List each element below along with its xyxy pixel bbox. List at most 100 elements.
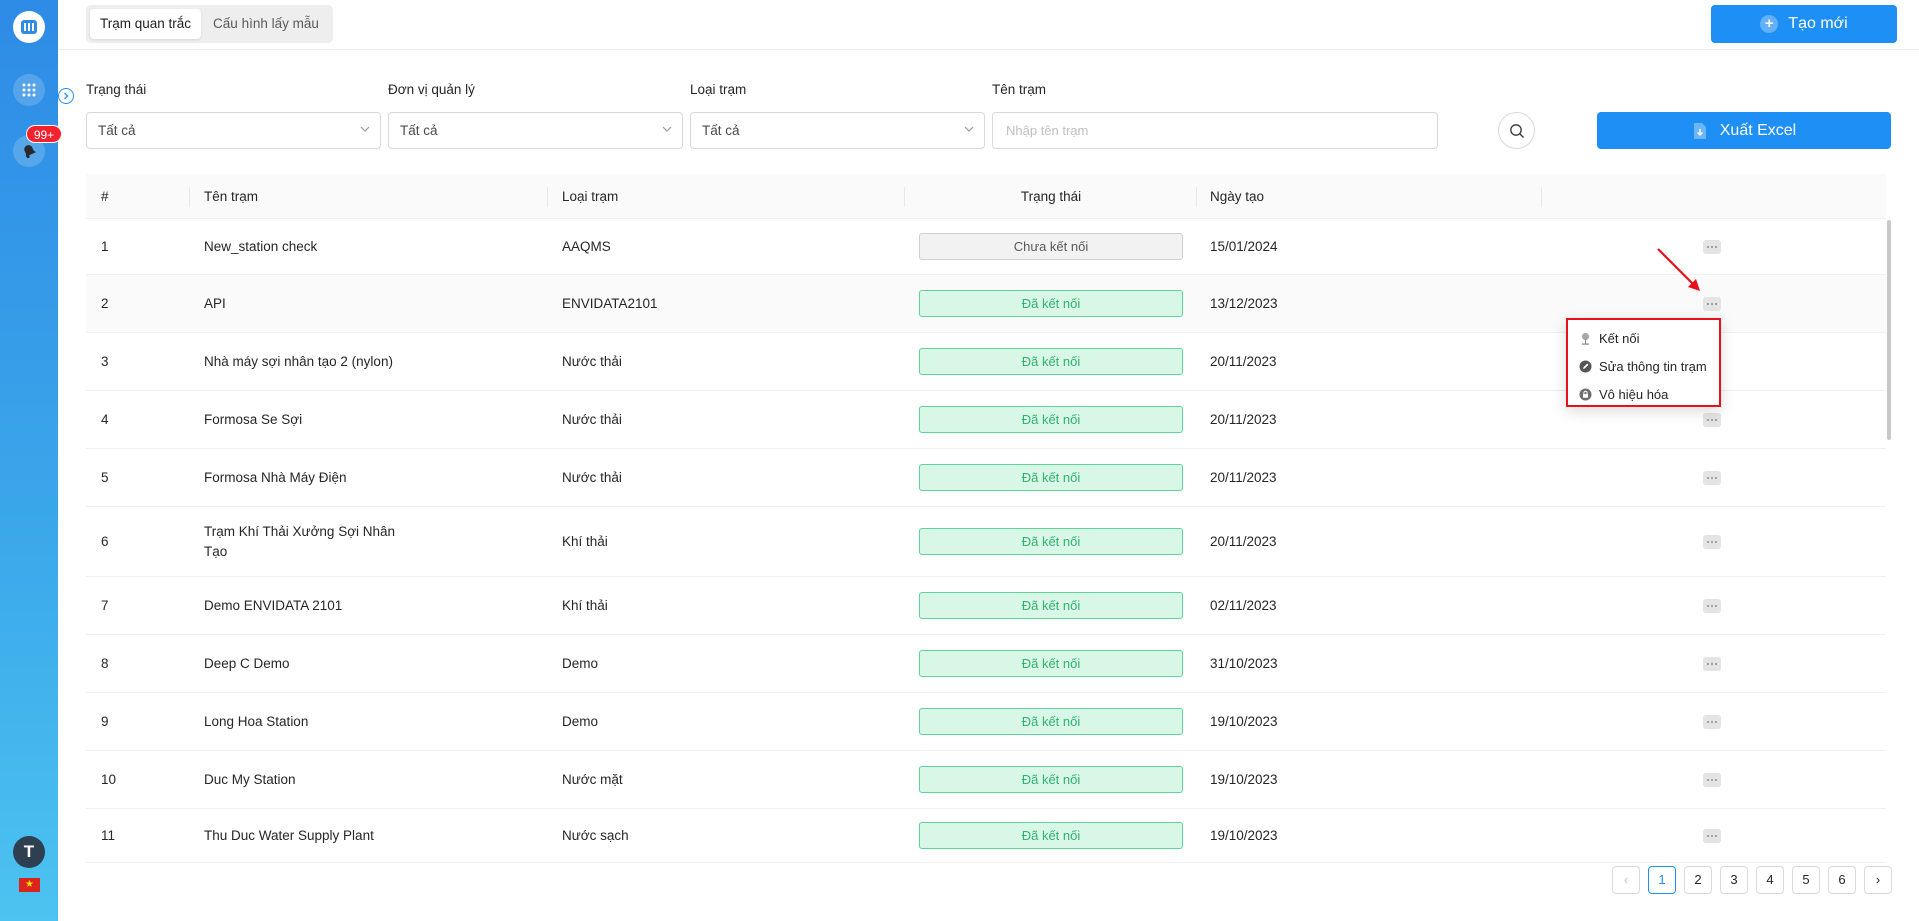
unit-filter-value: Tất cả (400, 123, 438, 138)
row-created-date: 20/11/2023 (1210, 354, 1277, 369)
more-dot (1715, 721, 1717, 723)
status-badge: Đã kết nối (919, 348, 1183, 375)
row-created-date: 20/11/2023 (1210, 534, 1277, 549)
more-dot (1715, 419, 1717, 421)
name-filter-label: Tên trạm (992, 82, 1047, 97)
more-dot (1711, 779, 1713, 781)
row-created-date: 31/10/2023 (1210, 656, 1278, 671)
app-logo-icon[interactable] (13, 11, 45, 43)
col-status: Trạng thái (1020, 189, 1082, 204)
page-1-button[interactable]: 1 (1648, 866, 1676, 894)
row-index: 1 (101, 239, 109, 254)
row-index: 10 (101, 772, 117, 787)
more-actions-button[interactable] (1703, 413, 1721, 427)
more-dot (1707, 605, 1709, 607)
more-actions-button[interactable] (1703, 599, 1721, 613)
table-row[interactable]: 9 Long Hoa Station Demo Đã kết nối 19/10/202… (86, 693, 1886, 751)
row-index: 4 (101, 412, 109, 427)
tab-monitoring-stations[interactable]: Trạm quan trắc (90, 9, 202, 39)
row-station-name: Formosa Nhà Máy Điện (204, 469, 347, 485)
unit-filter-select[interactable]: Tất cả (388, 112, 683, 149)
create-new-button[interactable]: + Tạo mới (1711, 5, 1897, 43)
more-actions-button[interactable] (1703, 657, 1721, 671)
more-actions-button[interactable] (1703, 715, 1721, 729)
more-dot (1707, 835, 1709, 837)
more-dot (1707, 663, 1709, 665)
page-6-button[interactable]: 6 (1828, 866, 1856, 894)
status-filter-value: Tất cả (98, 123, 136, 138)
more-actions-button[interactable] (1703, 471, 1721, 485)
sidebar-toggle-button[interactable] (58, 88, 74, 104)
row-index: 8 (101, 656, 109, 671)
row-index: 11 (101, 828, 116, 843)
table-row[interactable]: 7 Demo ENVIDATA 2101 Khí thải Đã kết nối 02/… (86, 577, 1886, 635)
status-filter-select[interactable]: Tất cả (86, 112, 381, 149)
more-dot (1711, 721, 1713, 723)
station-name-input[interactable]: Nhập tên trạm (992, 112, 1438, 149)
table-row[interactable]: 10 Duc My Station Nước mặt Đã kết nối 19/10/… (86, 751, 1886, 809)
export-excel-button[interactable]: Xuất Excel (1597, 112, 1891, 149)
search-button[interactable] (1498, 112, 1535, 149)
page-5-button[interactable]: 5 (1792, 866, 1820, 894)
row-station-type: AAQMS (562, 239, 611, 254)
row-action-menu: Kết nối Sửa thông tin trạm Vô hiệu hóa (1566, 318, 1721, 407)
row-station-name: Formosa Se Sợi (204, 411, 303, 427)
apps-grid-icon[interactable] (13, 74, 45, 106)
more-actions-button[interactable] (1703, 297, 1721, 311)
row-created-date: 19/10/2023 (1210, 772, 1278, 787)
page-3-button[interactable]: 3 (1720, 866, 1748, 894)
menu-item-edit-station[interactable]: Sửa thông tin trạm (1568, 352, 1719, 380)
status-badge: Đã kết nối (919, 290, 1183, 317)
table-row[interactable]: 6 Trạm Khí Thải Xưởng Sợi Nhân Tạo Khí thả… (86, 507, 1886, 577)
more-actions-button[interactable] (1703, 829, 1721, 843)
row-station-name: Trạm Khí Thải Xưởng Sợi Nhân Tạo (204, 523, 396, 559)
more-dot (1711, 246, 1713, 248)
row-station-name: Thu Duc Water Supply Plant (204, 827, 374, 843)
user-avatar[interactable]: T (13, 836, 45, 868)
menu-item-label: Sửa thông tin trạm (1599, 358, 1707, 374)
row-station-type: ENVIDATA2101 (562, 296, 658, 311)
row-created-date: 15/01/2024 (1210, 239, 1278, 254)
prev-page-button[interactable]: ‹ (1612, 866, 1640, 894)
row-station-name: Deep C Demo (204, 655, 290, 671)
col-divider (1541, 187, 1542, 207)
more-dot (1711, 303, 1713, 305)
col-station-name: Tên trạm (204, 189, 259, 204)
menu-item-disable[interactable]: Vô hiệu hóa (1568, 380, 1719, 408)
row-created-date: 19/10/2023 (1210, 828, 1278, 843)
row-created-date: 20/11/2023 (1210, 412, 1277, 427)
row-station-type: Nước thải (562, 354, 622, 369)
more-dot (1711, 477, 1713, 479)
table-row[interactable]: 11 Thu Duc Water Supply Plant Nước sạch Đã … (86, 809, 1886, 863)
table-row[interactable]: 8 Deep C Demo Demo Đã kết nối 31/10/2023 (86, 635, 1886, 693)
page-2-button[interactable]: 2 (1684, 866, 1712, 894)
col-station-type: Loại trạm (562, 189, 619, 204)
more-actions-button[interactable] (1703, 535, 1721, 549)
next-page-button[interactable]: › (1864, 866, 1892, 894)
table-row[interactable]: 5 Formosa Nhà Máy Điện Nước thải Đã kết nối… (86, 449, 1886, 507)
col-created-date: Ngày tạo (1210, 189, 1265, 204)
row-index: 3 (101, 354, 109, 369)
more-dot (1715, 541, 1717, 543)
row-station-type: Khí thải (562, 534, 608, 549)
menu-item-connect[interactable]: Kết nối (1568, 324, 1719, 352)
table-row[interactable]: 1 New_station check AAQMS Chưa kết nối 15/01… (86, 219, 1886, 275)
more-dot (1715, 779, 1717, 781)
sidebar: 99+ T ★ (0, 0, 62, 921)
status-badge: Đã kết nối (919, 650, 1183, 677)
more-actions-button[interactable] (1703, 773, 1721, 787)
status-badge: Đã kết nối (919, 766, 1183, 793)
notification-badge: 99+ (26, 125, 62, 143)
more-dot (1715, 303, 1717, 305)
row-index: 2 (101, 296, 109, 311)
table-scrollbar[interactable] (1887, 220, 1891, 440)
menu-item-label: Vô hiệu hóa (1599, 386, 1669, 402)
vietnam-flag-icon[interactable]: ★ (19, 878, 40, 892)
row-station-name: API (204, 295, 226, 311)
more-dot (1715, 246, 1717, 248)
col-divider (547, 187, 548, 207)
type-filter-select[interactable]: Tất cả (690, 112, 985, 149)
menu-item-label: Kết nối (1599, 330, 1640, 346)
tab-sampling-config[interactable]: Cấu hình lấy mẫu (203, 9, 329, 39)
page-4-button[interactable]: 4 (1756, 866, 1784, 894)
